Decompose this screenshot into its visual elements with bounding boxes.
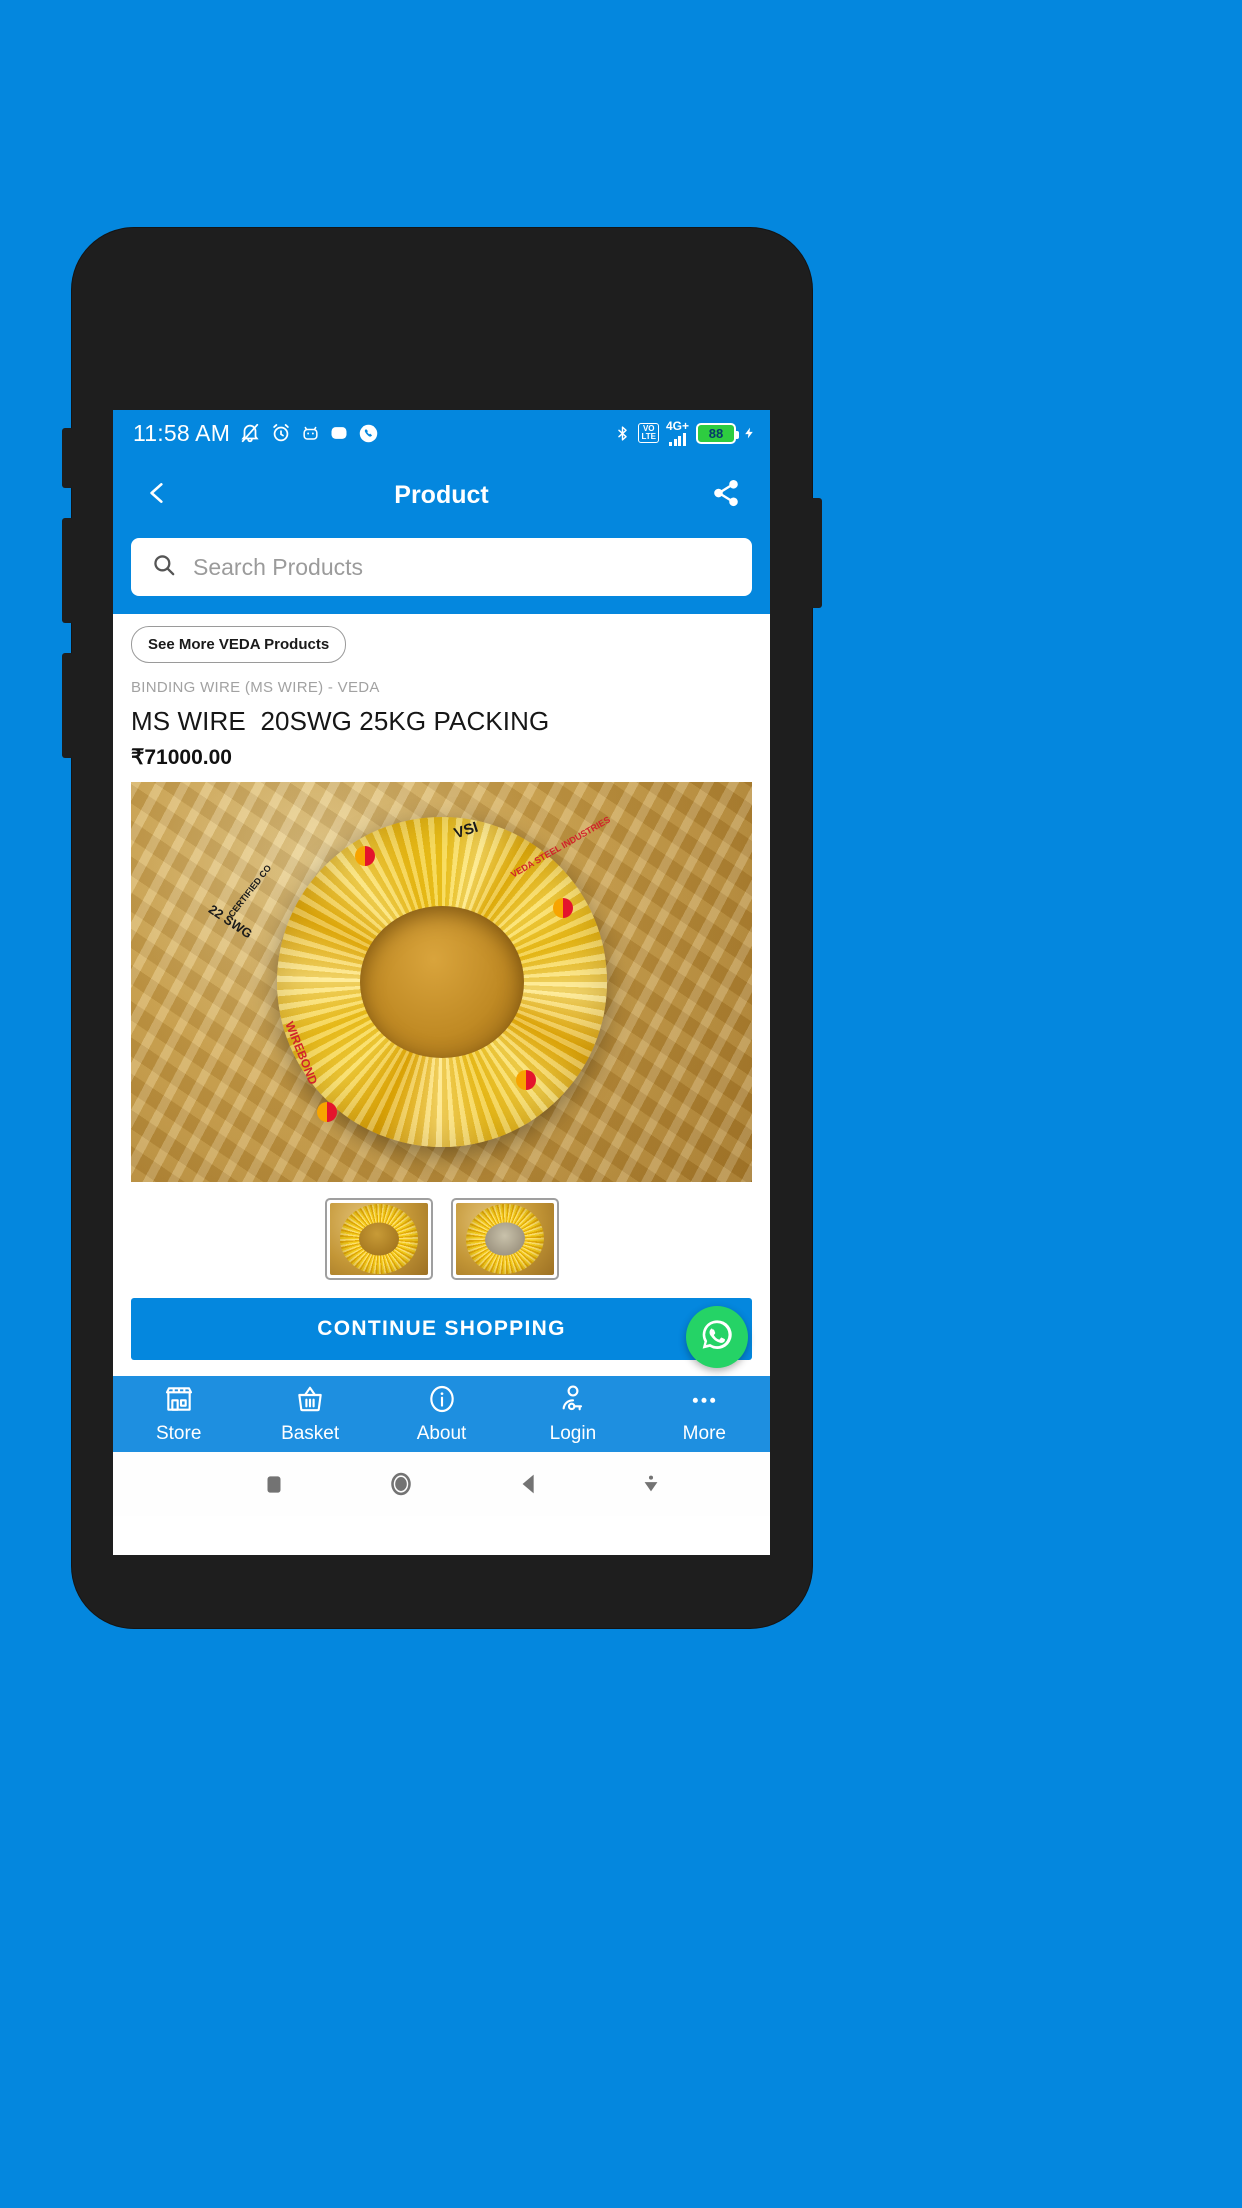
coil-center-hole: [359, 906, 524, 1058]
tab-label: Store: [155, 1423, 202, 1444]
whatsapp-icon: [697, 1315, 737, 1360]
android-head-icon: [301, 424, 320, 443]
basket-icon: [294, 1383, 326, 1420]
search-bar[interactable]: [131, 538, 752, 596]
status-bar-left: 11:58 AM: [133, 420, 614, 447]
search-section: [113, 534, 770, 614]
recents-square-icon[interactable]: [261, 1471, 287, 1497]
vsi-logo-mark: [516, 1070, 537, 1090]
wire-coil-graphic: [276, 817, 607, 1147]
phone-screen: 11:58 AM VO LTE 4G+ 88 Product Search Pr…: [113, 410, 770, 1555]
product-thumbnail[interactable]: [324, 1198, 433, 1280]
android-navigation-bar: [113, 1452, 770, 1516]
product-category: BINDING WIRE (MS WIRE) - VEDA: [131, 679, 380, 696]
share-icon: [711, 478, 741, 513]
status-bar-right: VO LTE 4G+ 88: [614, 418, 756, 446]
app-bar: Product: [113, 456, 770, 534]
home-circle-icon[interactable]: [384, 1467, 418, 1501]
back-button[interactable]: [135, 473, 179, 517]
signal-bars-icon: 4G+: [665, 418, 689, 446]
whatsapp-fab-button[interactable]: [686, 1306, 748, 1368]
user-key-icon: [557, 1383, 589, 1420]
continue-shopping-button[interactable]: CONTINUE SHOPPING: [131, 1298, 752, 1360]
cta-section: CONTINUE SHOPPING: [113, 1288, 770, 1368]
thumbnail-image: [455, 1203, 554, 1275]
volte-bottom-label: LTE: [641, 432, 656, 441]
alarm-clock-icon: [270, 422, 292, 444]
device-button-left-top[interactable]: [62, 428, 74, 488]
device-button-volume-down[interactable]: [62, 653, 74, 758]
mute-bell-icon: [239, 422, 261, 444]
phone-device-frame: 11:58 AM VO LTE 4G+ 88 Product Search Pr…: [62, 228, 822, 1628]
bluetooth-icon: [614, 423, 631, 444]
status-clock: 11:58 AM: [133, 419, 231, 446]
product-price: ₹71000.00: [131, 746, 232, 769]
device-button-volume-up[interactable]: [62, 518, 74, 623]
bottom-tab-bar: Store Basket About Login More: [113, 1376, 770, 1452]
phone-circle-icon: [358, 423, 379, 444]
product-thumbnail-strip: [131, 1182, 752, 1288]
tab-store[interactable]: Store: [113, 1376, 244, 1452]
chevron-left-icon: [144, 476, 170, 515]
search-icon: [151, 552, 177, 583]
tab-label: Basket: [281, 1423, 340, 1444]
tab-basket[interactable]: Basket: [244, 1376, 375, 1452]
tab-about[interactable]: About: [376, 1376, 507, 1452]
back-triangle-icon[interactable]: [515, 1470, 543, 1498]
page-title: Product: [394, 480, 489, 509]
tab-login[interactable]: Login: [507, 1376, 638, 1452]
hide-nav-arrow-icon[interactable]: [640, 1471, 662, 1497]
network-type-label: 4G+: [665, 418, 689, 433]
rounded-square-icon: [329, 423, 349, 443]
tab-more[interactable]: More: [639, 1376, 770, 1452]
volte-icon: VO LTE: [638, 423, 659, 443]
store-icon: [163, 1383, 195, 1420]
tab-label: About: [416, 1423, 467, 1444]
product-content: See More VEDA Products BINDING WIRE (MS …: [113, 614, 770, 1288]
ellipsis-icon: [688, 1383, 720, 1420]
search-input[interactable]: [193, 553, 732, 581]
product-title: MS WIRE 20SWG 25KG PACKING: [131, 706, 550, 736]
thumbnail-coil-graphic: [461, 1203, 548, 1275]
see-more-products-button[interactable]: See More VEDA Products: [131, 626, 347, 663]
share-button[interactable]: [704, 473, 748, 517]
battery-percent-label: 88: [708, 425, 724, 441]
tab-label: More: [682, 1423, 726, 1444]
product-thumbnail[interactable]: [450, 1198, 559, 1280]
vsi-logo-mark: [354, 846, 375, 866]
device-button-power[interactable]: [810, 498, 822, 608]
tab-label: Login: [549, 1423, 597, 1444]
battery-icon: 88: [696, 422, 739, 444]
charging-bolt-icon: [743, 424, 756, 442]
status-bar: 11:58 AM VO LTE 4G+ 88: [113, 410, 770, 456]
product-hero-image[interactable]: VSI VEDA STEEL INDUSTRIES WIREBOND CERTI…: [131, 782, 752, 1182]
thumbnail-coil-graphic: [339, 1204, 418, 1274]
thumbnail-image: [329, 1203, 428, 1275]
signal-strength-bars: [669, 432, 686, 446]
info-circle-icon: [426, 1383, 458, 1420]
